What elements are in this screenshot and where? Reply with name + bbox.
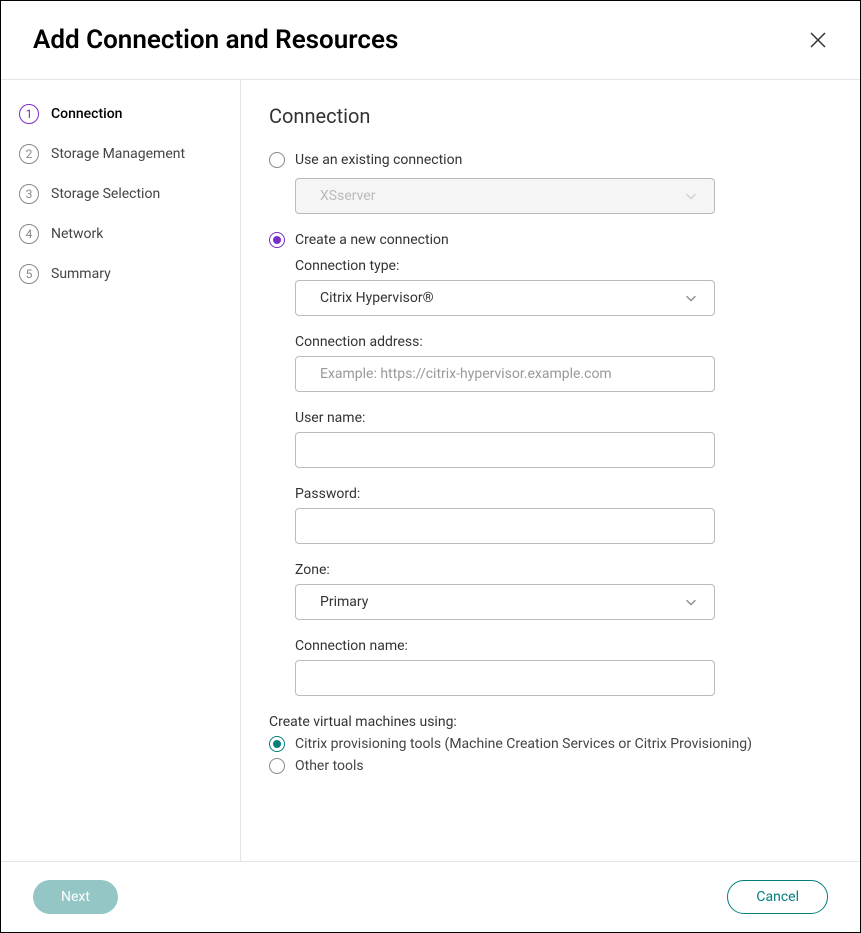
connection-address-input-wrap [295, 356, 715, 392]
password-input-wrap [295, 508, 715, 544]
radio-icon [269, 736, 285, 752]
radio-icon [269, 232, 285, 248]
connection-address-group: Connection address: [295, 334, 824, 392]
username-input[interactable] [320, 442, 702, 458]
connection-type-select[interactable]: Citrix Hypervisor® [295, 280, 715, 316]
new-connection-block: Connection type: Citrix Hypervisor® Conn… [295, 258, 824, 774]
main-panel: Connection Use an existing connection XS… [241, 80, 860, 861]
create-vm-group: Create virtual machines using: Citrix pr… [269, 714, 824, 774]
chevron-down-icon [684, 189, 698, 203]
password-group: Password: [295, 486, 824, 544]
modal-header: Add Connection and Resources [1, 1, 860, 80]
radio-other-tools[interactable]: Other tools [269, 758, 824, 774]
step-label: Storage Selection [51, 186, 160, 202]
step-number-icon: 1 [19, 104, 39, 124]
username-input-wrap [295, 432, 715, 468]
radio-use-existing[interactable]: Use an existing connection [269, 152, 824, 168]
panel-title: Connection [269, 104, 824, 128]
existing-connection-select: XSserver [295, 178, 715, 214]
step-number-icon: 4 [19, 224, 39, 244]
next-button[interactable]: Next [33, 880, 118, 914]
step-label: Summary [51, 266, 111, 282]
connection-name-input[interactable] [320, 670, 702, 686]
close-icon[interactable] [808, 30, 828, 50]
modal-body: 1 Connection 2 Storage Management 3 Stor… [1, 80, 860, 861]
connection-name-input-wrap [295, 660, 715, 696]
chevron-down-icon [684, 595, 698, 609]
radio-create-new[interactable]: Create a new connection [269, 232, 824, 248]
radio-label: Create a new connection [295, 232, 449, 248]
radio-label: Use an existing connection [295, 152, 462, 168]
radio-citrix-provisioning[interactable]: Citrix provisioning tools (Machine Creat… [269, 736, 824, 752]
step-number-icon: 2 [19, 144, 39, 164]
step-label: Storage Management [51, 146, 185, 162]
add-connection-modal: Add Connection and Resources 1 Connectio… [0, 0, 861, 933]
step-network[interactable]: 4 Network [19, 224, 224, 244]
step-storage-selection[interactable]: 3 Storage Selection [19, 184, 224, 204]
radio-icon [269, 758, 285, 774]
vm-tool-options: Citrix provisioning tools (Machine Creat… [269, 736, 824, 774]
existing-connection-block: XSserver [295, 178, 824, 214]
select-value: Citrix Hypervisor® [320, 290, 434, 306]
connection-type-label: Connection type: [295, 258, 824, 274]
zone-select[interactable]: Primary [295, 584, 715, 620]
connection-address-input[interactable] [320, 366, 702, 382]
zone-label: Zone: [295, 562, 824, 578]
radio-label: Other tools [295, 758, 364, 774]
radio-label: Citrix provisioning tools (Machine Creat… [295, 736, 752, 752]
step-storage-management[interactable]: 2 Storage Management [19, 144, 224, 164]
step-number-icon: 3 [19, 184, 39, 204]
zone-group: Zone: Primary [295, 562, 824, 620]
connection-address-label: Connection address: [295, 334, 824, 350]
modal-title: Add Connection and Resources [33, 25, 398, 55]
step-connection[interactable]: 1 Connection [19, 104, 224, 124]
step-label: Connection [51, 106, 122, 122]
wizard-sidebar: 1 Connection 2 Storage Management 3 Stor… [1, 80, 241, 861]
step-number-icon: 5 [19, 264, 39, 284]
password-label: Password: [295, 486, 824, 502]
step-label: Network [51, 226, 103, 242]
step-summary[interactable]: 5 Summary [19, 264, 224, 284]
chevron-down-icon [684, 291, 698, 305]
create-vm-label: Create virtual machines using: [269, 714, 824, 730]
select-value: XSserver [320, 188, 375, 204]
select-value: Primary [320, 594, 368, 610]
connection-type-group: Connection type: Citrix Hypervisor® [295, 258, 824, 316]
connection-name-label: Connection name: [295, 638, 824, 654]
button-label: Next [61, 889, 90, 905]
radio-icon [269, 152, 285, 168]
connection-name-group: Connection name: [295, 638, 824, 696]
password-input[interactable] [320, 518, 702, 534]
username-label: User name: [295, 410, 824, 426]
modal-footer: Next Cancel [1, 861, 860, 932]
cancel-button[interactable]: Cancel [727, 880, 828, 914]
username-group: User name: [295, 410, 824, 468]
button-label: Cancel [756, 889, 799, 905]
